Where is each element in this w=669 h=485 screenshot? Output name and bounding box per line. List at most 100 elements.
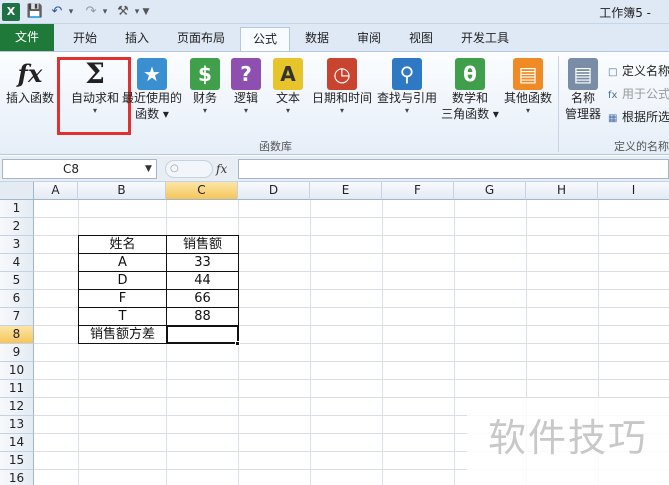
column-header-h[interactable]: H	[526, 182, 598, 200]
datetime-label: 日期和时间	[311, 91, 372, 105]
select-all-corner[interactable]	[0, 182, 34, 200]
text-button[interactable]: A 文本 ▾	[270, 58, 306, 116]
chevron-down-icon: ▾	[404, 106, 409, 115]
math-trig-button[interactable]: θ 数学和 三角函数 ▾	[440, 58, 500, 122]
tab-developer[interactable]: 开发工具	[450, 27, 520, 51]
financial-label: 财务	[192, 91, 217, 105]
tab-formulas[interactable]: 公式	[240, 27, 290, 51]
row-header-9[interactable]: 9	[0, 344, 34, 362]
chevron-down-icon: ▾	[339, 106, 344, 115]
row-header-5[interactable]: 5	[0, 272, 34, 290]
redo-icon[interactable]: ↷	[82, 3, 100, 21]
tools-icon[interactable]: ⚒	[114, 3, 132, 21]
tab-view[interactable]: 视图	[398, 27, 444, 51]
recent-functions-label: 最近使用的	[121, 91, 182, 105]
cell-b3[interactable]: 姓名	[78, 235, 167, 254]
cell-c7[interactable]: 88	[166, 307, 239, 326]
fx-icon: fx	[17, 59, 43, 88]
use-in-formula-icon: fx	[608, 90, 618, 101]
row-header-6[interactable]: 6	[0, 290, 34, 308]
tab-review[interactable]: 审阅	[346, 27, 392, 51]
recent-functions-label-2: 函数 ▾	[135, 107, 169, 121]
logical-book-icon: ?	[231, 58, 261, 90]
cell-b7[interactable]: T	[78, 307, 167, 326]
tab-page-layout[interactable]: 页面布局	[166, 27, 236, 51]
recent-functions-button[interactable]: ★ 最近使用的 函数 ▾	[120, 58, 184, 122]
cell-b6[interactable]: F	[78, 289, 167, 308]
text-label: 文本	[275, 91, 300, 105]
column-header-b[interactable]: B	[78, 182, 166, 200]
define-name-icon: □	[608, 67, 618, 78]
row-header-4[interactable]: 4	[0, 254, 34, 272]
save-icon[interactable]: 💾	[26, 3, 44, 21]
column-header-a[interactable]: A	[34, 182, 78, 200]
cell-b8[interactable]: 销售额方差	[78, 325, 167, 344]
create-from-selection-button[interactable]: ▦ 根据所选	[608, 108, 669, 125]
name-box[interactable]: C8	[2, 159, 157, 179]
create-from-selection-icon: ▦	[608, 113, 618, 124]
cell-c8-active[interactable]	[166, 325, 239, 344]
logical-button[interactable]: ? 逻辑 ▾	[228, 58, 264, 116]
use-in-formula-label: 用于公式	[622, 87, 669, 101]
tab-home[interactable]: 开始	[60, 27, 110, 51]
lookup-label: 查找与引用	[376, 91, 437, 105]
define-name-label: 定义名称	[622, 64, 669, 78]
cell-c3[interactable]: 销售额	[166, 235, 239, 254]
tab-data[interactable]: 数据	[294, 27, 340, 51]
customize-qat-icon[interactable]: ▼	[141, 3, 151, 21]
group-divider	[558, 56, 559, 152]
define-name-button[interactable]: □ 定义名称	[608, 62, 669, 79]
row-header-12[interactable]: 12	[0, 398, 34, 416]
row-header-2[interactable]: 2	[0, 218, 34, 236]
datetime-button[interactable]: ◷ 日期和时间 ▾	[310, 58, 374, 116]
column-header-e[interactable]: E	[310, 182, 382, 200]
column-header-d[interactable]: D	[238, 182, 310, 200]
column-header-c[interactable]: C	[166, 182, 238, 200]
use-in-formula-button[interactable]: fx 用于公式	[608, 85, 669, 102]
text-book-icon: A	[273, 58, 303, 90]
cell-c5[interactable]: 44	[166, 271, 239, 290]
insert-function-fx-icon[interactable]: fx	[216, 159, 227, 179]
name-box-dropdown-icon[interactable]: ▼	[145, 159, 152, 179]
redo-dropdown-icon[interactable]: ▾	[100, 3, 110, 21]
logical-label: 逻辑	[233, 91, 258, 105]
watermark: 软件技巧	[467, 398, 669, 485]
tab-insert[interactable]: 插入	[114, 27, 160, 51]
name-manager-icon: ▤	[568, 58, 598, 90]
row-header-16[interactable]: 16	[0, 470, 34, 485]
row-header-14[interactable]: 14	[0, 434, 34, 452]
column-header-g[interactable]: G	[454, 182, 526, 200]
lookup-button[interactable]: ⚲ 查找与引用 ▾	[376, 58, 438, 116]
insert-function-button[interactable]: fx 插入函数	[2, 58, 58, 106]
window-title: 工作簿5 -	[599, 6, 651, 20]
cell-c4[interactable]: 33	[166, 253, 239, 272]
undo-dropdown-icon[interactable]: ▾	[66, 3, 76, 21]
fill-handle[interactable]	[235, 341, 240, 346]
chevron-down-icon: ▾	[243, 106, 248, 115]
row-header-3[interactable]: 3	[0, 236, 34, 254]
tab-file[interactable]: 文件	[0, 24, 54, 51]
row-header-1[interactable]: 1	[0, 200, 34, 218]
cell-c6[interactable]: 66	[166, 289, 239, 308]
row-header-11[interactable]: 11	[0, 380, 34, 398]
row-header-15[interactable]: 15	[0, 452, 34, 470]
cell-b4[interactable]: A	[78, 253, 167, 272]
row-header-13[interactable]: 13	[0, 416, 34, 434]
row-header-8[interactable]: 8	[0, 326, 34, 344]
row-header-10[interactable]: 10	[0, 362, 34, 380]
excel-app-icon[interactable]: X	[2, 3, 20, 21]
star-book-icon: ★	[137, 58, 167, 90]
name-manager-label-2: 管理器	[564, 107, 601, 121]
grid-line	[34, 379, 669, 380]
row-header-7[interactable]: 7	[0, 308, 34, 326]
cell-b5[interactable]: D	[78, 271, 167, 290]
formula-bar: C8 ▼ ○ fx	[0, 156, 669, 182]
column-header-i[interactable]: I	[598, 182, 669, 200]
more-functions-button[interactable]: ▤ 其他函数 ▾	[502, 58, 554, 116]
financial-button[interactable]: $ 财务 ▾	[188, 58, 222, 116]
formula-input[interactable]	[238, 159, 669, 179]
math-label: 数学和	[451, 91, 488, 105]
name-manager-button[interactable]: ▤ 名称 管理器	[562, 58, 604, 122]
column-header-f[interactable]: F	[382, 182, 454, 200]
undo-icon[interactable]: ↶	[48, 3, 66, 21]
